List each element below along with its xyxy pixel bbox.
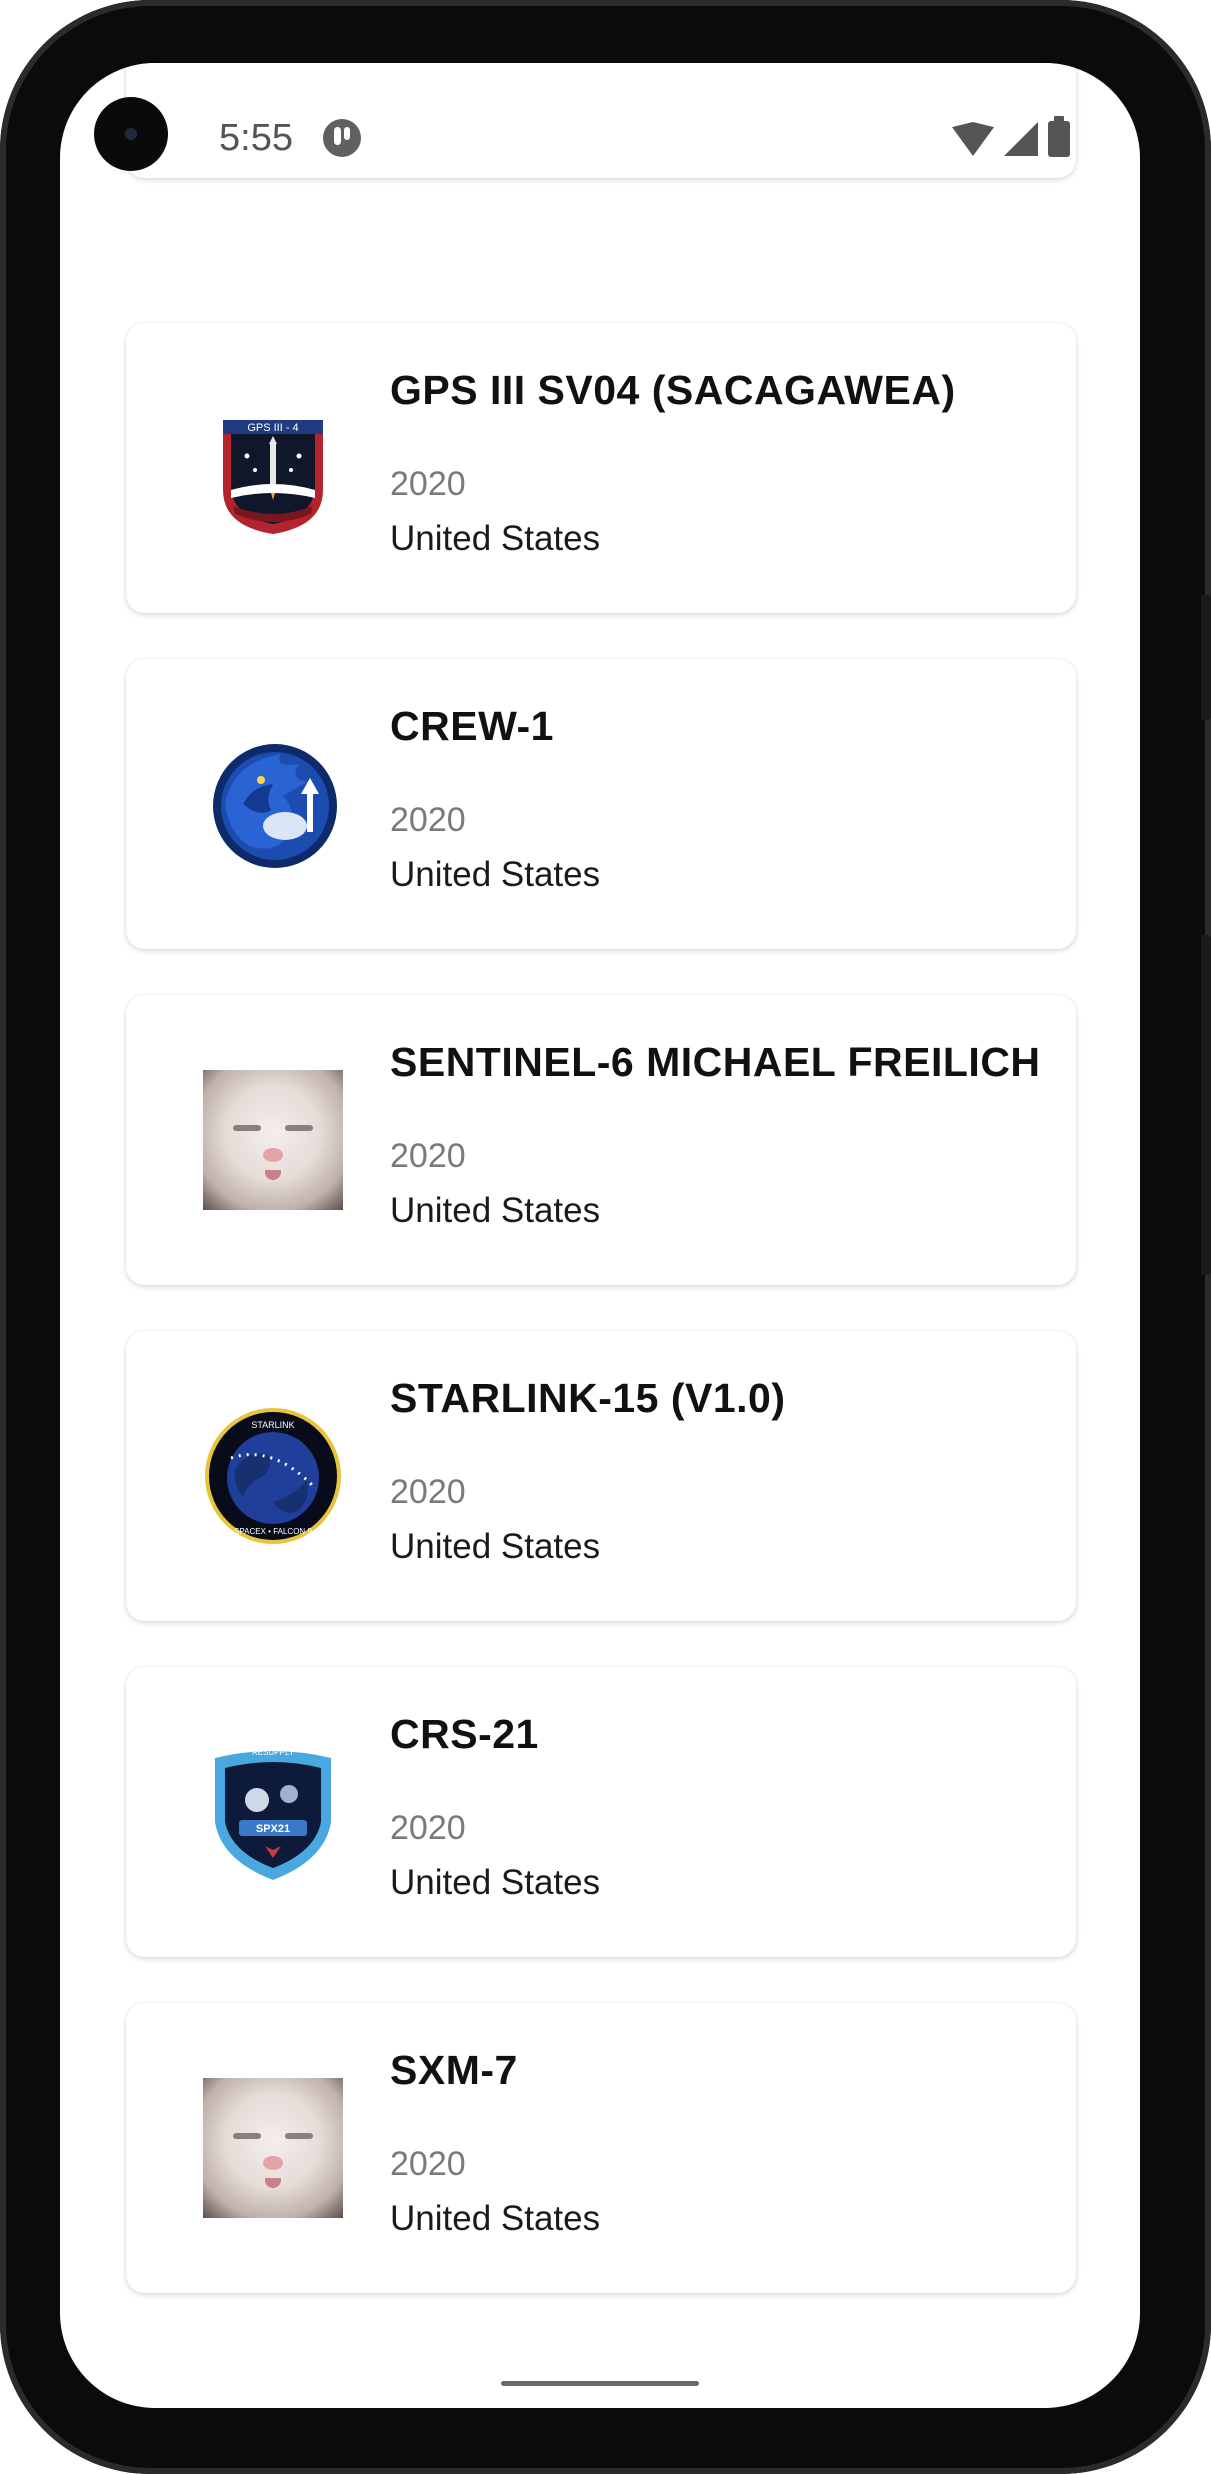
- home-indicator[interactable]: [501, 2381, 699, 2386]
- svg-text:GPS III - 4: GPS III - 4: [247, 422, 298, 434]
- launch-country: United States: [390, 1527, 601, 1566]
- launch-country: United States: [390, 1863, 601, 1902]
- launch-card[interactable]: SENTINEL-6 MICHAEL FREILICH 2020 United …: [126, 995, 1076, 1285]
- volume-button: [1201, 935, 1211, 1275]
- cell-signal-icon: [1004, 122, 1038, 156]
- launch-year: 2020: [390, 2145, 466, 2183]
- launch-name: CRS-21: [390, 1711, 539, 1757]
- notification-app-icon: [323, 119, 361, 157]
- launch-year: 2020: [390, 801, 466, 839]
- launch-year: 2020: [390, 1809, 466, 1847]
- wifi-icon: [952, 122, 994, 156]
- status-bar: 5:55: [60, 63, 1140, 213]
- launch-card[interactable]: SXM-7 2020 United States: [126, 2003, 1076, 2293]
- svg-text:SPX21: SPX21: [256, 1823, 290, 1835]
- power-button: [1201, 595, 1211, 720]
- mission-patch-icon: GPS III - 4: [203, 398, 343, 538]
- launch-country: United States: [390, 2199, 601, 2238]
- launch-name: GPS III SV04 (SACAGAWEA): [390, 367, 956, 413]
- launch-name: SXM-7: [390, 2047, 518, 2093]
- status-icons: [952, 116, 1070, 157]
- launch-name: CREW-1: [390, 703, 554, 749]
- launch-card[interactable]: SPX21 RESUPPLY CRS-21 2020 United States: [126, 1667, 1076, 1957]
- launch-country: United States: [390, 1191, 601, 1230]
- kitten-placeholder-image: [203, 2078, 343, 2218]
- screen: GPS III - 4 GPS III SV04 (SACAGAWEA) 202…: [60, 63, 1140, 2408]
- svg-text:RESUPPLY: RESUPPLY: [252, 1748, 295, 1757]
- launch-country: United States: [390, 855, 601, 894]
- launch-year: 2020: [390, 1137, 466, 1175]
- launch-name: STARLINK-15 (V1.0): [390, 1375, 786, 1421]
- mission-patch-icon: [203, 734, 343, 874]
- launch-name: SENTINEL-6 MICHAEL FREILICH: [390, 1039, 1041, 1085]
- launch-country: United States: [390, 519, 601, 558]
- kitten-placeholder-image: [203, 1070, 343, 1210]
- mission-patch-icon: STARLINK SPACEX • FALCON 9: [203, 1406, 343, 1546]
- launch-card[interactable]: CREW-1 2020 United States: [126, 659, 1076, 949]
- front-camera: [94, 97, 168, 171]
- mission-patch-icon: SPX21 RESUPPLY: [203, 1742, 343, 1882]
- launch-year: 2020: [390, 1473, 466, 1511]
- svg-text:SPACEX • FALCON 9: SPACEX • FALCON 9: [234, 1527, 312, 1536]
- battery-icon: [1048, 116, 1070, 157]
- svg-text:STARLINK: STARLINK: [251, 1420, 294, 1430]
- launch-card[interactable]: GPS III - 4 GPS III SV04 (SACAGAWEA) 202…: [126, 323, 1076, 613]
- launch-year: 2020: [390, 465, 466, 503]
- status-time: 5:55: [219, 117, 293, 159]
- launch-card[interactable]: STARLINK SPACEX • FALCON 9 STARLINK-15 (…: [126, 1331, 1076, 1621]
